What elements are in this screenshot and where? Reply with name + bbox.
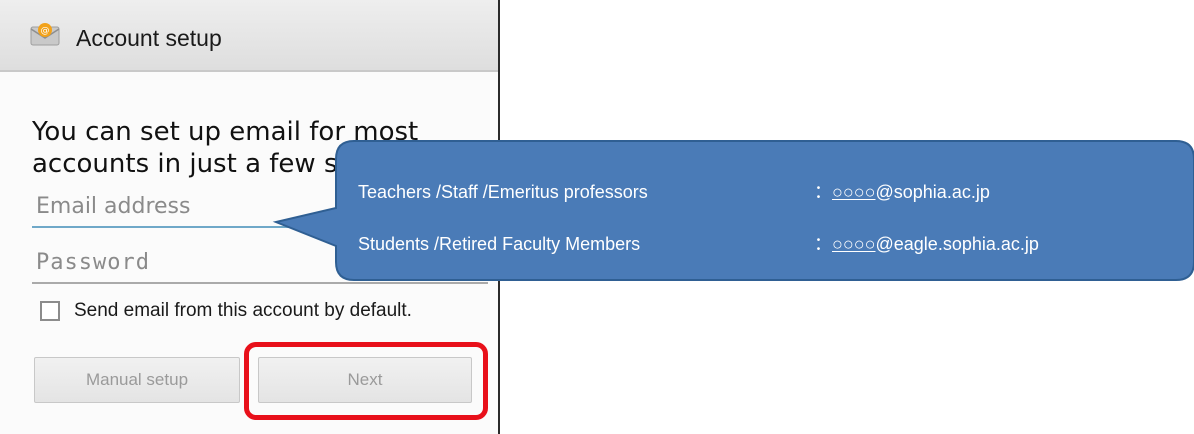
staff-label: Teachers /Staff /Emeritus professors (358, 182, 648, 202)
callout-row-staff: Teachers /Staff /Emeritus professors ：○○… (358, 172, 1178, 224)
address-callout-text: Teachers /Staff /Emeritus professors ：○○… (358, 172, 1178, 276)
students-domain: @eagle.sophia.ac.jp (875, 234, 1039, 254)
callout-row-students: Students /Retired Faculty Members ：○○○○@… (358, 224, 1178, 276)
students-label: Students /Retired Faculty Members (358, 234, 641, 254)
students-username-placeholder: ○○○○ (832, 234, 876, 254)
staff-username-placeholder: ○○○○ (832, 182, 876, 202)
staff-separator: ： (814, 182, 832, 202)
staff-domain: @sophia.ac.jp (875, 182, 990, 202)
students-separator: ： (814, 234, 832, 254)
staff-address: ：○○○○@sophia.ac.jp (814, 172, 990, 212)
students-address: ：○○○○@eagle.sophia.ac.jp (814, 224, 1039, 264)
